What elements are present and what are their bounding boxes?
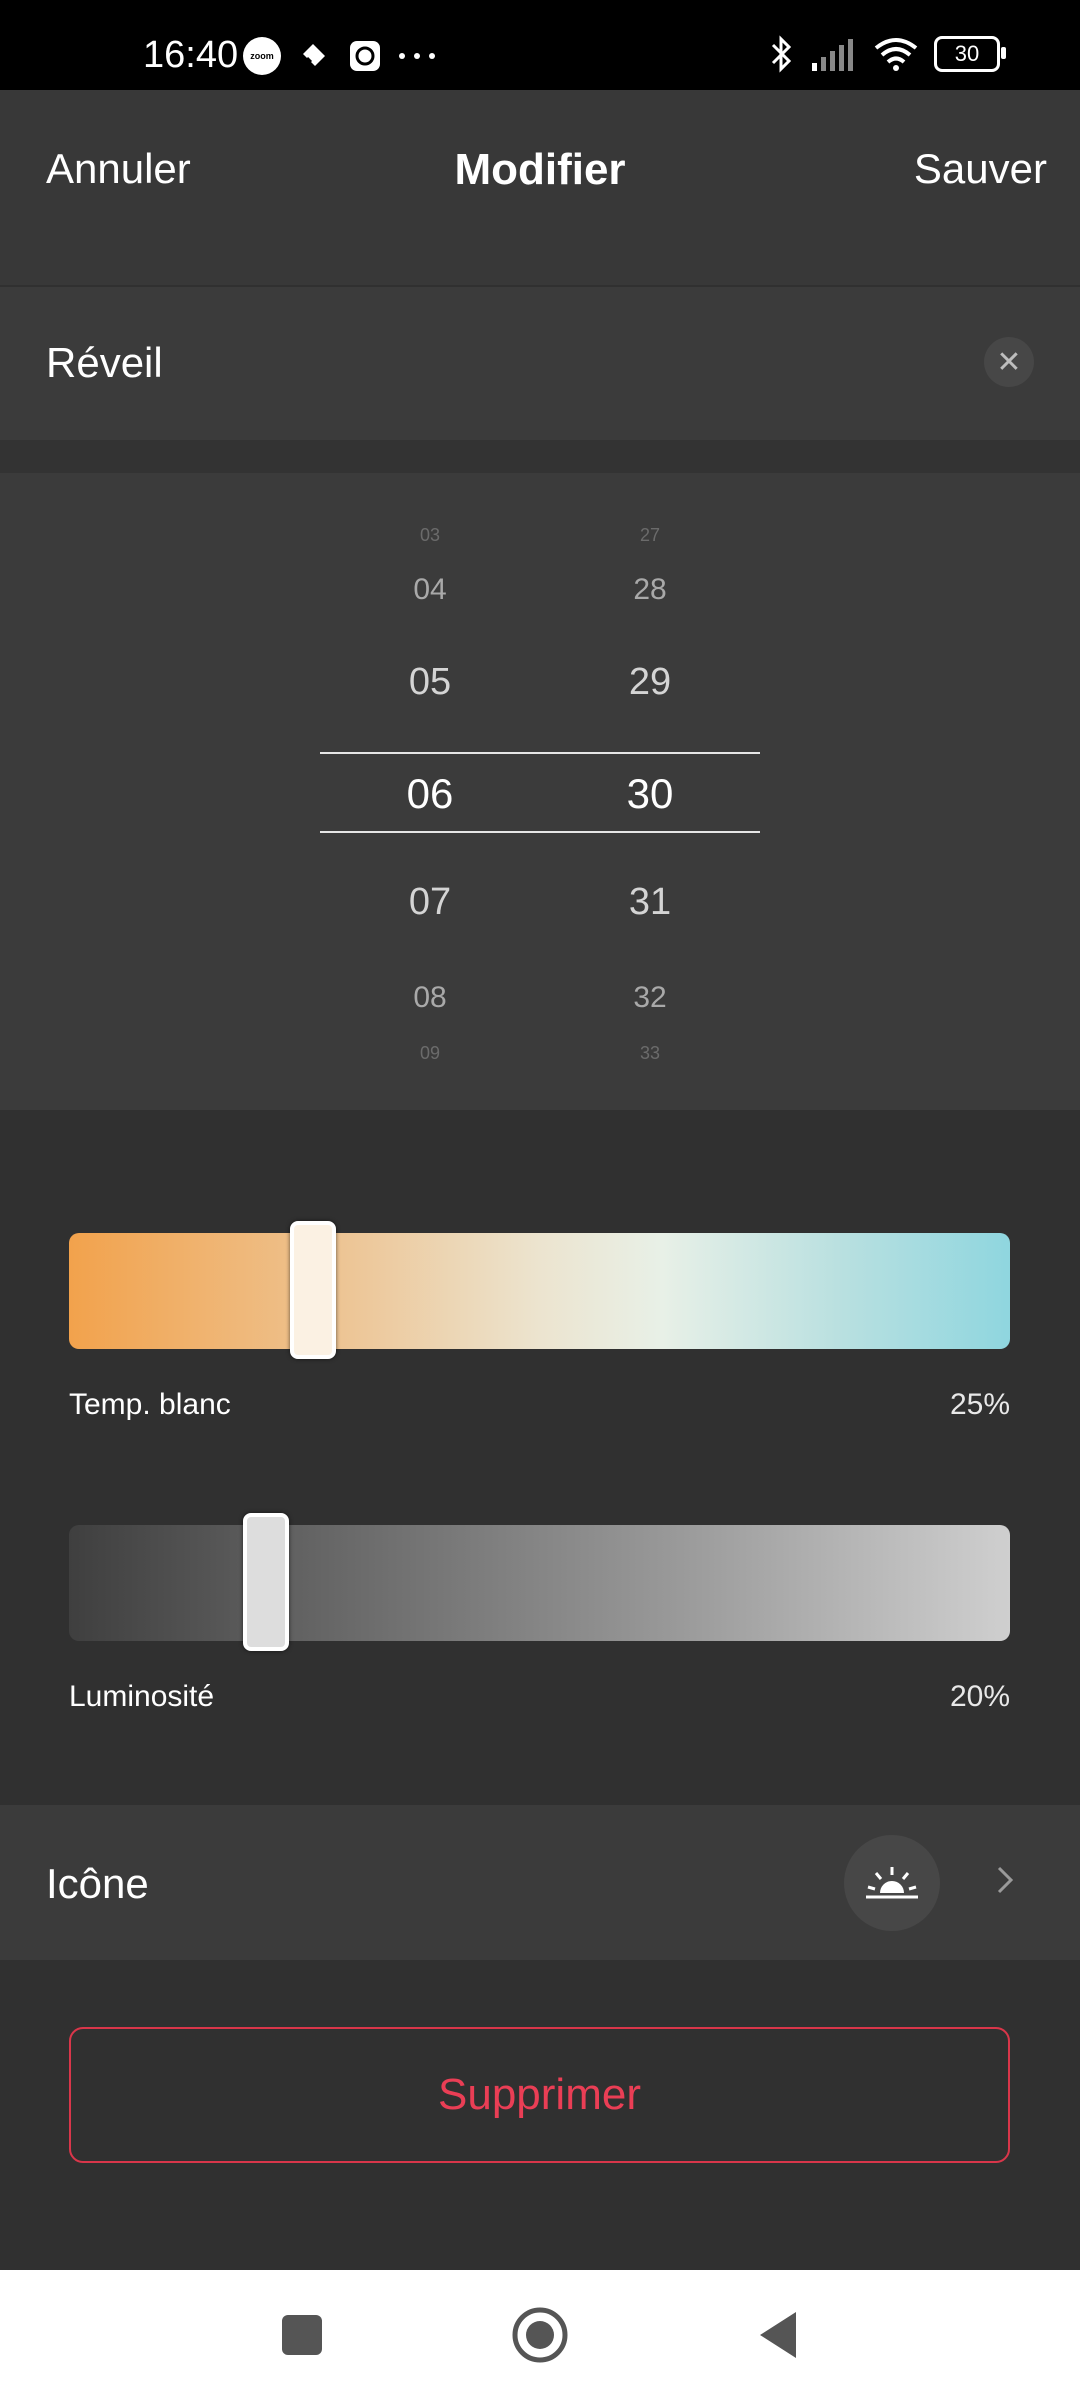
white-temperature-slider[interactable] [69, 1221, 1010, 1359]
battery-icon: 30 [934, 36, 1006, 72]
time-picker[interactable]: 03 04 05 06 07 08 09 27 28 29 30 31 32 3… [0, 473, 1080, 1110]
hour-option[interactable]: 09 [370, 1043, 490, 1064]
signal-icon [812, 39, 853, 71]
brightness-value: 20% [949, 1680, 1010, 1713]
selected-hour[interactable]: 06 [370, 770, 490, 818]
save-button[interactable]: Sauver [914, 145, 1047, 193]
white-temperature-slider-thumb[interactable] [290, 1221, 336, 1359]
zoom-icon: zoom [243, 37, 281, 75]
screen-record-icon [345, 36, 385, 76]
sunrise-icon[interactable] [844, 1835, 940, 1931]
status-bar: 16:40 zoom 30 [0, 0, 1080, 90]
back-icon[interactable] [748, 2305, 808, 2365]
app-icon [293, 36, 333, 76]
divider [0, 440, 1080, 473]
hour-option[interactable]: 08 [370, 981, 490, 1015]
wifi-icon [874, 38, 918, 71]
brightness-slider-thumb[interactable] [243, 1513, 289, 1651]
selected-minute[interactable]: 30 [590, 770, 710, 818]
minute-option[interactable]: 32 [590, 981, 710, 1015]
icon-setting-label: Icône [46, 1860, 149, 1907]
name-field-row[interactable]: Réveil ✕ [0, 287, 1080, 440]
brightness-slider[interactable] [69, 1513, 1010, 1651]
icon-setting-row[interactable]: Icône [0, 1805, 1080, 1960]
minute-wheel[interactable]: 27 28 29 30 31 32 33 [590, 473, 710, 1110]
white-temperature-label: Temp. blanc [69, 1388, 231, 1421]
close-icon[interactable]: ✕ [984, 337, 1034, 387]
white-temperature-value: 25% [949, 1388, 1010, 1421]
minute-option[interactable]: 28 [590, 573, 710, 607]
minute-option[interactable]: 29 [590, 661, 710, 704]
hour-option[interactable]: 07 [370, 881, 490, 924]
hour-option[interactable]: 03 [370, 525, 490, 546]
selection-line-top [320, 752, 760, 754]
brightness-label: Luminosité [69, 1680, 215, 1713]
minute-option[interactable]: 31 [590, 881, 710, 924]
hour-wheel[interactable]: 03 04 05 06 07 08 09 [370, 473, 490, 1110]
status-time: 16:40 [143, 34, 239, 76]
home-icon[interactable] [510, 2305, 570, 2365]
status-notification-icons: zoom [243, 36, 437, 76]
navigation-bar [0, 2270, 1080, 2400]
recent-apps-icon[interactable] [272, 2305, 332, 2365]
hour-option[interactable]: 05 [370, 661, 490, 704]
name-field[interactable]: Réveil [46, 339, 163, 387]
minute-option[interactable]: 27 [590, 525, 710, 546]
chevron-right-icon[interactable] [985, 1860, 1025, 1900]
hour-option[interactable]: 04 [370, 573, 490, 607]
selection-line-bottom [320, 831, 760, 833]
status-system-icons: 30 [768, 34, 1006, 74]
delete-button[interactable]: Supprimer [69, 2027, 1010, 2163]
header: Annuler Modifier Sauver [0, 90, 1080, 285]
minute-option[interactable]: 33 [590, 1043, 710, 1064]
more-dots-icon [397, 36, 437, 76]
bluetooth-icon [771, 35, 792, 73]
